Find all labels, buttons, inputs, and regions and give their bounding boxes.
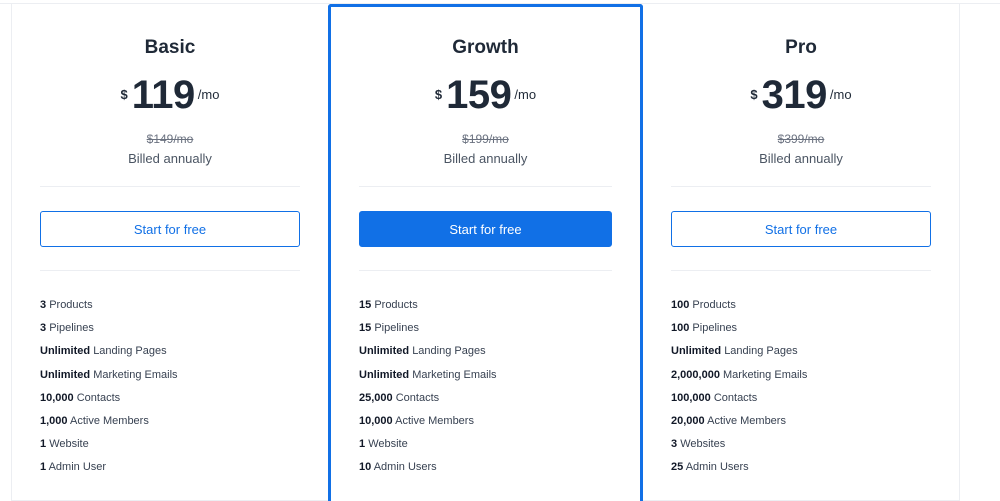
feature-item: Unlimited Landing Pages bbox=[671, 345, 798, 358]
plan-name: Basic bbox=[144, 37, 196, 58]
feature-item: 1 Admin User bbox=[40, 461, 107, 474]
feature-item: 10 Admin Users bbox=[359, 461, 437, 474]
feature-item: 25 Admin Users bbox=[671, 461, 749, 474]
feature-item: 100 Pipelines bbox=[671, 322, 738, 335]
price-amount: 319 bbox=[761, 73, 828, 117]
feature-item: 3 Websites bbox=[671, 438, 726, 451]
plan-card-pro: Pro $319/mo $399/mo Billed annually Star… bbox=[643, 4, 960, 501]
feature-item: Unlimited Marketing Emails bbox=[359, 368, 497, 381]
price: $119/mo bbox=[12, 72, 328, 118]
feature-item: 20,000 Active Members bbox=[671, 414, 786, 427]
feature-item: 1,000 Active Members bbox=[40, 414, 149, 427]
original-price: $149/mo bbox=[146, 132, 194, 146]
feature-item: 15 Products bbox=[359, 299, 418, 311]
price-amount: 159 bbox=[446, 73, 512, 117]
original-price: $199/mo bbox=[462, 132, 509, 146]
divider bbox=[40, 186, 300, 187]
divider bbox=[671, 186, 931, 187]
feature-list: 3 Products 3 Pipelines Unlimited Landing… bbox=[40, 294, 178, 480]
start-for-free-button[interactable]: Start for free bbox=[671, 211, 931, 247]
feature-item: Unlimited Marketing Emails bbox=[40, 368, 178, 381]
price-period: /mo bbox=[514, 87, 537, 102]
plan-name: Growth bbox=[452, 37, 519, 58]
feature-item: 1 Website bbox=[40, 438, 89, 451]
billing-note: Billed annually bbox=[759, 151, 843, 166]
feature-item: 10,000 Active Members bbox=[359, 414, 474, 427]
feature-item: Unlimited Landing Pages bbox=[359, 345, 486, 358]
feature-item: 1 Website bbox=[359, 438, 408, 451]
currency-symbol: $ bbox=[120, 87, 128, 102]
feature-item: 3 Products bbox=[40, 299, 93, 311]
plan-card-basic: Basic $119/mo $149/mo Billed annually St… bbox=[11, 4, 328, 501]
divider bbox=[40, 270, 300, 271]
feature-item: 100,000 Contacts bbox=[671, 391, 758, 404]
divider bbox=[671, 270, 931, 271]
currency-symbol: $ bbox=[750, 87, 758, 102]
start-for-free-button[interactable]: Start for free bbox=[359, 211, 612, 247]
billing-note: Billed annually bbox=[443, 151, 528, 166]
feature-item: 100 Products bbox=[671, 299, 736, 311]
feature-item: 25,000 Contacts bbox=[359, 391, 440, 404]
price-amount: 119 bbox=[131, 73, 196, 117]
pricing-page: Basic $119/mo $149/mo Billed annually St… bbox=[0, 0, 1000, 501]
divider bbox=[359, 270, 612, 271]
feature-list: 15 Products 15 Pipelines Unlimited Landi… bbox=[359, 294, 497, 480]
feature-item: 3 Pipelines bbox=[40, 322, 94, 335]
price: $319/mo bbox=[643, 72, 959, 118]
price: $159/mo bbox=[331, 72, 640, 118]
price-period: /mo bbox=[829, 87, 852, 102]
feature-list: 100 Products 100 Pipelines Unlimited Lan… bbox=[671, 294, 807, 480]
price-period: /mo bbox=[197, 87, 220, 102]
feature-item: 15 Pipelines bbox=[359, 322, 419, 335]
feature-item: 10,000 Contacts bbox=[40, 391, 121, 404]
start-for-free-button[interactable]: Start for free bbox=[40, 211, 300, 247]
billing-note: Billed annually bbox=[128, 151, 212, 166]
plan-name: Pro bbox=[785, 37, 817, 58]
feature-item: 2,000,000 Marketing Emails bbox=[671, 368, 808, 381]
feature-item: Unlimited Landing Pages bbox=[40, 345, 167, 358]
original-price: $399/mo bbox=[777, 132, 825, 146]
plan-card-growth: Growth $159/mo $199/mo Billed annually S… bbox=[328, 4, 643, 501]
currency-symbol: $ bbox=[434, 87, 443, 102]
divider bbox=[359, 186, 612, 187]
